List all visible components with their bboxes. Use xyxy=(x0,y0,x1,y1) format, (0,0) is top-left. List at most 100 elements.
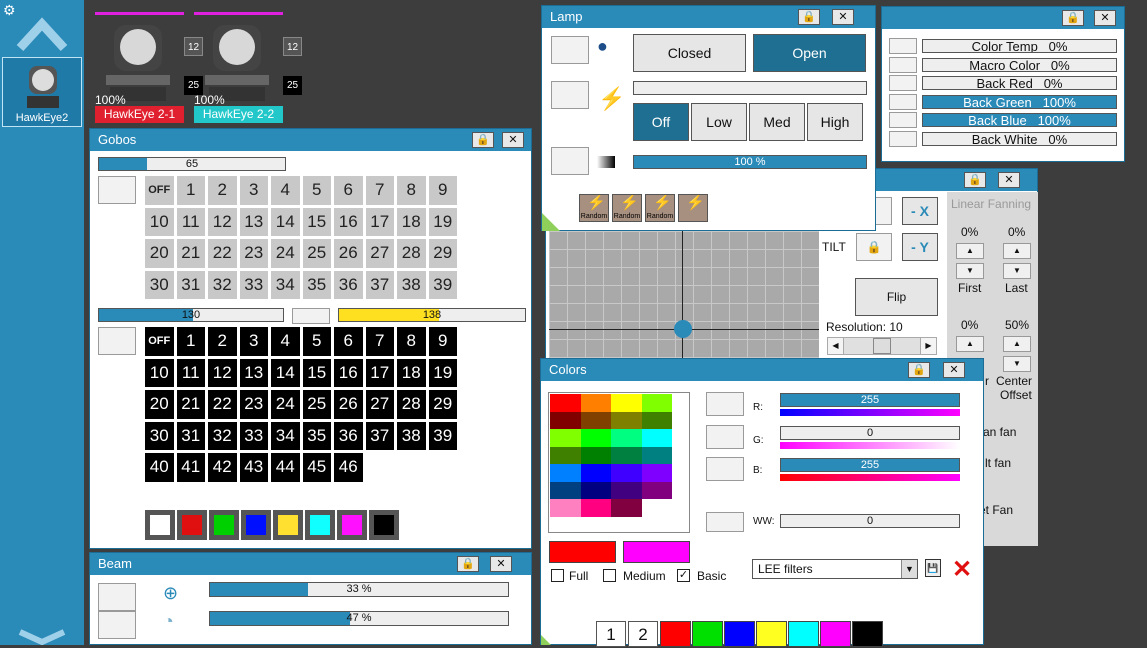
palette-color-cell[interactable] xyxy=(580,429,611,447)
palette-color-cell[interactable] xyxy=(550,429,581,447)
extra-reset-button[interactable] xyxy=(889,131,917,147)
shutter-reset[interactable] xyxy=(551,36,589,64)
palette-color-cell[interactable] xyxy=(580,464,611,482)
gobo-slot-button[interactable]: 32 xyxy=(208,270,237,299)
flip-button[interactable]: Flip xyxy=(855,278,938,316)
palette-color-cell[interactable] xyxy=(550,446,581,464)
blue-reset[interactable] xyxy=(706,457,744,481)
gobo-slot-button[interactable]: 9 xyxy=(428,327,457,356)
focus-reset[interactable] xyxy=(98,611,136,639)
gobo-slot-button[interactable]: 35 xyxy=(302,421,331,450)
random-strobe-button[interactable]: ⚡ Random xyxy=(612,194,642,222)
quick-color-button[interactable] xyxy=(660,621,691,647)
gobo-slot-button[interactable]: 18 xyxy=(397,207,426,236)
last-up-button[interactable]: ▲ xyxy=(1003,243,1031,259)
page-button[interactable]: 2 xyxy=(628,621,658,647)
palette-color-cell[interactable] xyxy=(641,429,672,447)
palette-color-cell[interactable] xyxy=(641,446,672,464)
dimmer-reset[interactable] xyxy=(551,147,589,175)
gobo-slot-button[interactable]: 37 xyxy=(365,270,394,299)
gobo-slot-button[interactable]: OFF xyxy=(145,176,174,205)
gobo-slot-button[interactable]: 27 xyxy=(365,390,394,419)
palette-color-cell[interactable] xyxy=(611,429,642,447)
gobo-slot-button[interactable]: 30 xyxy=(145,421,174,450)
gobo-slot-button[interactable]: 34 xyxy=(271,421,300,450)
close-icon[interactable]: ✕ xyxy=(998,172,1020,188)
gobo-slot-button[interactable]: 38 xyxy=(397,270,426,299)
quick-color-button[interactable] xyxy=(852,621,883,647)
gobo-slot-button[interactable]: 25 xyxy=(302,239,331,268)
lock-icon[interactable]: 🔒 xyxy=(798,9,820,25)
gobo-slot-button[interactable]: 7 xyxy=(365,327,394,356)
quick-color-button[interactable] xyxy=(724,621,755,647)
close-icon[interactable]: ✕ xyxy=(502,132,524,148)
random-strobe-button[interactable]: ⚡ xyxy=(678,194,708,222)
minus-x-button[interactable]: - X xyxy=(902,197,938,225)
gobo-slot-button[interactable]: 22 xyxy=(208,390,237,419)
open-button[interactable]: Open xyxy=(753,34,866,72)
gobo-slot-button[interactable]: 39 xyxy=(428,270,457,299)
gobo-slot-button[interactable]: 10 xyxy=(145,358,174,387)
gobo-slot-button[interactable]: 27 xyxy=(365,239,394,268)
gobo-slot-button[interactable]: 46 xyxy=(334,453,363,482)
color-wheel-button[interactable] xyxy=(145,510,175,540)
palette-color-cell[interactable] xyxy=(611,411,642,429)
extra-channel-bar[interactable]: Back Blue 100% xyxy=(922,113,1117,128)
gobo-slot-button[interactable]: 34 xyxy=(271,270,300,299)
blue-bar[interactable]: 255 xyxy=(780,458,960,472)
gobo-slot-button[interactable]: 5 xyxy=(302,176,331,205)
palette-color-cell[interactable] xyxy=(550,411,581,429)
gobo-slot-button[interactable]: 23 xyxy=(239,390,268,419)
close-icon[interactable]: ✕ xyxy=(943,362,965,378)
palette-color-cell[interactable] xyxy=(611,481,642,499)
gobo-slot-button[interactable]: 22 xyxy=(208,239,237,268)
center-up-button[interactable]: ▲ xyxy=(1003,336,1031,352)
close-icon[interactable]: ✕ xyxy=(1094,10,1116,26)
gobo-slot-button[interactable]: 11 xyxy=(176,358,205,387)
close-icon[interactable]: ✕ xyxy=(832,9,854,25)
quick-color-button[interactable] xyxy=(788,621,819,647)
palette-color-cell[interactable] xyxy=(550,481,581,499)
zoom-bar[interactable]: 33 % xyxy=(209,582,509,597)
filter-dropdown[interactable]: LEE filters ▼ xyxy=(752,559,918,579)
extra-channel-bar[interactable]: Macro Color 0% xyxy=(922,57,1117,72)
gobo-slot-button[interactable]: 3 xyxy=(239,176,268,205)
fan3-up-button[interactable]: ▲ xyxy=(956,336,984,352)
gobo-slot-button[interactable]: 20 xyxy=(145,239,174,268)
palette-color-cell[interactable] xyxy=(611,446,642,464)
gobo-slot-button[interactable]: 38 xyxy=(397,421,426,450)
extra-channel-bar[interactable]: Back Red 0% xyxy=(922,76,1117,91)
tilt-lock-button[interactable]: 🔒 xyxy=(856,233,892,261)
gobo-slot-button[interactable]: 12 xyxy=(208,207,237,236)
full-checkbox[interactable] xyxy=(551,569,564,582)
gobo-slot-button[interactable]: 21 xyxy=(176,390,205,419)
last-down-button[interactable]: ▼ xyxy=(1003,263,1031,279)
first-down-button[interactable]: ▼ xyxy=(956,263,984,279)
gobo-slot-button[interactable]: 18 xyxy=(397,358,426,387)
extra-titlebar[interactable] xyxy=(882,7,1124,29)
page-button[interactable]: 1 xyxy=(596,621,626,647)
lock-icon[interactable]: 🔒 xyxy=(472,132,494,148)
quick-color-button[interactable] xyxy=(692,621,723,647)
white-reset[interactable] xyxy=(706,512,744,532)
save-icon[interactable]: 💾 xyxy=(925,559,941,577)
gobo-small-button[interactable] xyxy=(292,308,330,324)
gobo-slot-button[interactable]: 41 xyxy=(176,453,205,482)
gobo-slot-button[interactable]: 9 xyxy=(428,176,457,205)
gobo-slot-button[interactable]: 4 xyxy=(271,176,300,205)
green-reset[interactable] xyxy=(706,425,744,449)
expand-down-icon[interactable] xyxy=(16,628,68,645)
moving-head-icon[interactable] xyxy=(100,17,176,105)
color-wheel-button[interactable] xyxy=(305,510,335,540)
extra-channel-bar[interactable]: Back Green 100% xyxy=(922,94,1117,109)
strobe-reset[interactable] xyxy=(551,81,589,109)
lock-icon[interactable]: 🔒 xyxy=(1062,10,1084,26)
red-reset[interactable] xyxy=(706,392,744,416)
palette-color-cell[interactable] xyxy=(550,394,581,412)
gobo-wheel1-bar[interactable]: 65 xyxy=(98,157,286,171)
gobo-slot-button[interactable]: 5 xyxy=(302,327,331,356)
strobe-level-button[interactable]: Low xyxy=(691,103,747,141)
color-wheel-button[interactable] xyxy=(273,510,303,540)
quick-color-button[interactable] xyxy=(820,621,851,647)
strobe-bar[interactable] xyxy=(633,81,867,95)
